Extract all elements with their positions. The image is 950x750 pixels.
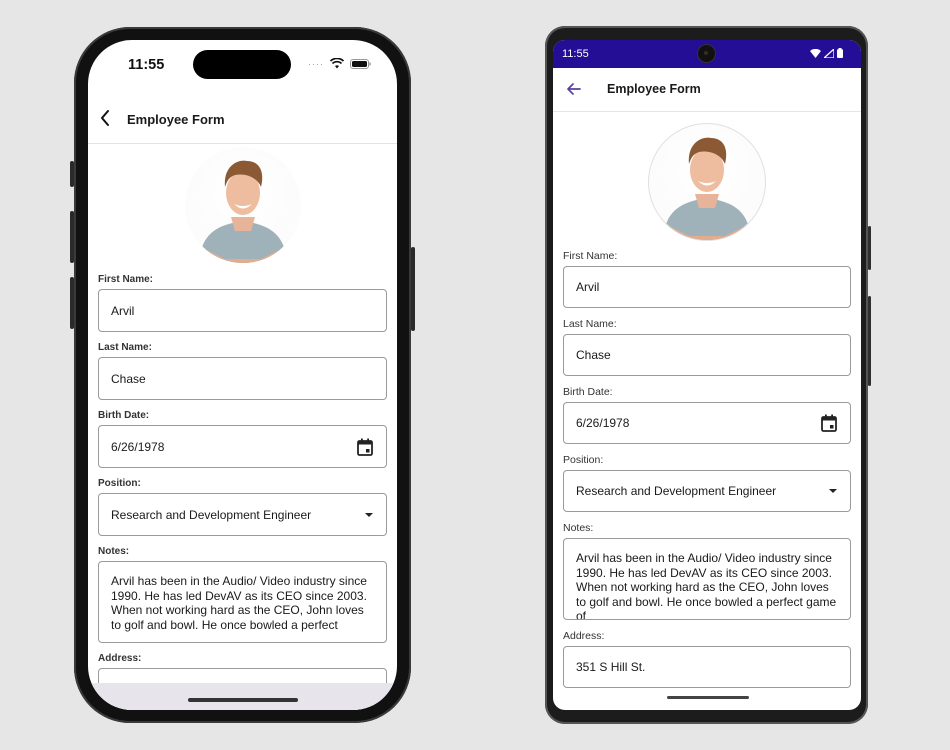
last-name-label: Last Name: bbox=[563, 318, 617, 330]
wifi-icon bbox=[810, 48, 821, 58]
volume-down-button bbox=[70, 277, 74, 329]
first-name-input[interactable]: Arvil bbox=[98, 289, 387, 332]
last-name-value: Chase bbox=[576, 348, 611, 362]
position-label: Position: bbox=[98, 478, 141, 489]
person-photo-icon bbox=[663, 137, 751, 240]
last-name-value: Chase bbox=[111, 371, 146, 386]
person-photo-icon bbox=[198, 160, 287, 263]
silent-switch bbox=[70, 161, 74, 187]
birth-date-label: Birth Date: bbox=[563, 386, 613, 398]
calendar-icon[interactable] bbox=[820, 414, 838, 433]
android-screen: 11:55 Employee Form First Name: Arvil La… bbox=[553, 40, 861, 710]
dynamic-island bbox=[193, 50, 291, 79]
android-device-frame: 11:55 Employee Form First Name: Arvil La… bbox=[545, 26, 871, 724]
last-name-label: Last Name: bbox=[98, 342, 152, 353]
employee-avatar[interactable] bbox=[648, 123, 766, 241]
power-button bbox=[411, 247, 415, 331]
status-time: 11:55 bbox=[128, 57, 165, 73]
address-label: Address: bbox=[98, 653, 142, 664]
android-app-bar: Employee Form bbox=[553, 68, 861, 112]
calendar-icon[interactable] bbox=[356, 437, 374, 456]
status-time: 11:55 bbox=[562, 48, 589, 60]
employee-form: First Name: Arvil Last Name: Chase Birth… bbox=[553, 112, 861, 710]
address-value: 351 S Hill St. bbox=[576, 660, 646, 674]
chevron-left-icon[interactable] bbox=[94, 106, 118, 130]
home-indicator[interactable] bbox=[188, 698, 298, 702]
birth-date-value: 6/26/1978 bbox=[576, 416, 630, 430]
last-name-input[interactable]: Chase bbox=[98, 357, 387, 400]
notes-textarea[interactable]: Arvil has been in the Audio/ Video indus… bbox=[98, 561, 387, 643]
wifi-icon bbox=[330, 58, 344, 69]
address-label: Address: bbox=[563, 630, 605, 642]
first-name-value: Arvil bbox=[576, 280, 600, 294]
employee-form: First Name: Arvil Last Name: Chase Birth… bbox=[88, 145, 397, 710]
ios-screen: 11:55 ···· Employee Form First Name: Arv… bbox=[88, 40, 397, 710]
power-button bbox=[868, 226, 871, 270]
page-title: Employee Form bbox=[127, 112, 225, 127]
position-value: Research and Development Engineer bbox=[111, 507, 312, 522]
last-name-input[interactable]: Chase bbox=[563, 334, 851, 376]
arrow-left-icon[interactable] bbox=[565, 80, 583, 98]
iphone-device-frame: 11:55 ···· Employee Form First Name: Arv… bbox=[70, 27, 415, 723]
android-status-bar: 11:55 bbox=[553, 40, 861, 68]
notes-label: Notes: bbox=[563, 522, 594, 534]
volume-up-button bbox=[70, 211, 74, 263]
notes-label: Notes: bbox=[98, 546, 130, 557]
ios-status-bar: 11:55 ···· bbox=[88, 40, 397, 96]
gesture-navigation-bar[interactable] bbox=[667, 696, 749, 699]
birth-date-label: Birth Date: bbox=[98, 410, 150, 421]
first-name-label: First Name: bbox=[563, 250, 618, 262]
first-name-input[interactable]: Arvil bbox=[563, 266, 851, 308]
notes-textarea[interactable]: Arvil has been in the Audio/ Video indus… bbox=[563, 538, 851, 620]
cellular-signal-icon: ···· bbox=[308, 58, 324, 69]
front-camera bbox=[698, 45, 715, 62]
dropdown-arrow-icon bbox=[365, 512, 373, 517]
birth-date-picker[interactable]: 6/26/1978 bbox=[563, 402, 851, 444]
volume-rocker bbox=[868, 296, 871, 386]
notes-value: Arvil has been in the Audio/ Video indus… bbox=[576, 551, 837, 620]
first-name-value: Arvil bbox=[111, 303, 135, 318]
dropdown-arrow-icon bbox=[829, 489, 837, 493]
ios-navigation-bar: Employee Form bbox=[88, 96, 397, 144]
birth-date-value: 6/26/1978 bbox=[111, 439, 165, 454]
position-label: Position: bbox=[563, 454, 604, 466]
battery-icon bbox=[350, 58, 371, 69]
address-input[interactable]: 351 S Hill St. bbox=[563, 646, 851, 688]
position-select[interactable]: Research and Development Engineer bbox=[563, 470, 851, 512]
cellular-signal-icon bbox=[824, 48, 834, 58]
position-select[interactable]: Research and Development Engineer bbox=[98, 493, 387, 536]
page-title: Employee Form bbox=[607, 82, 701, 96]
ios-home-indicator-area bbox=[88, 683, 397, 710]
first-name-label: First Name: bbox=[98, 274, 154, 285]
birth-date-picker[interactable]: 6/26/1978 bbox=[98, 425, 387, 468]
notes-value: Arvil has been in the Audio/ Video indus… bbox=[111, 574, 367, 632]
position-value: Research and Development Engineer bbox=[576, 484, 777, 498]
employee-avatar[interactable] bbox=[184, 147, 301, 263]
battery-icon bbox=[837, 48, 843, 58]
